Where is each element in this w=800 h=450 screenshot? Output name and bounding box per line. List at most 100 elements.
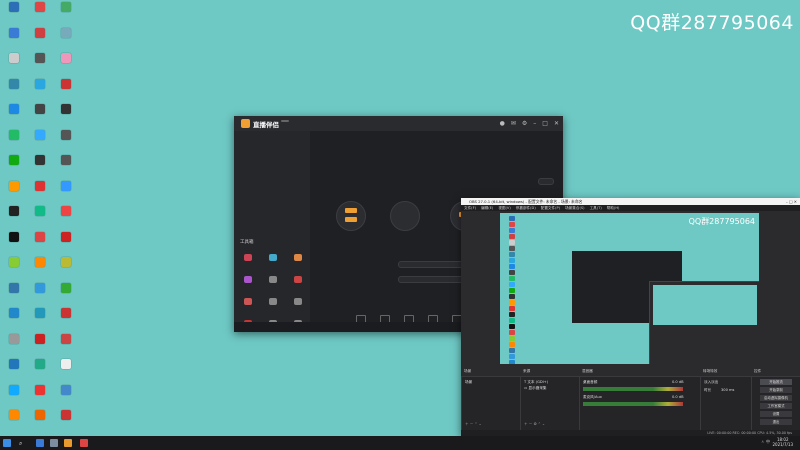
server-field[interactable]	[398, 261, 470, 268]
taskbar-app-2[interactable]	[50, 439, 58, 447]
desktop-shortcut[interactable]	[53, 359, 79, 383]
desktop-shortcut[interactable]	[1, 359, 27, 383]
desktop-shortcut[interactable]	[53, 2, 79, 26]
desktop-shortcut[interactable]	[53, 231, 79, 256]
tool-item[interactable]	[264, 254, 282, 270]
desktop-shortcut[interactable]	[27, 53, 53, 77]
desktop-shortcut[interactable]	[27, 78, 53, 103]
desktop-shortcut[interactable]	[53, 53, 79, 77]
menu-file[interactable]: 文件(F)	[464, 205, 476, 211]
desktop-shortcut[interactable]	[1, 257, 27, 281]
duration-input[interactable]: 300 ms	[721, 388, 734, 392]
exit-button[interactable]: 退出	[760, 419, 792, 425]
mail-icon[interactable]: ✉	[511, 120, 516, 127]
desktop-shortcut[interactable]	[53, 282, 79, 307]
start-streaming-button[interactable]: 开始推流	[760, 379, 792, 385]
desktop-shortcut[interactable]	[27, 206, 53, 230]
avatar[interactable]: ●	[500, 120, 505, 127]
desktop-shortcut[interactable]	[27, 27, 53, 52]
stream-key-field[interactable]	[398, 276, 470, 283]
desktop-shortcut[interactable]	[1, 104, 27, 128]
desktop-shortcut[interactable]	[27, 155, 53, 179]
desktop-shortcut[interactable]	[27, 359, 53, 383]
settings-button[interactable]: 设置	[760, 411, 792, 417]
desktop-shortcut[interactable]	[1, 231, 27, 256]
desktop-shortcut[interactable]	[1, 53, 27, 77]
tool-item[interactable]	[239, 298, 257, 314]
desktop-shortcut[interactable]	[1, 2, 27, 26]
desktop-shortcut[interactable]	[27, 231, 53, 256]
desktop-shortcut[interactable]	[53, 410, 79, 434]
desktop-shortcut[interactable]	[1, 27, 27, 52]
tool-item[interactable]	[264, 298, 282, 314]
desktop-shortcut[interactable]	[1, 384, 27, 409]
desktop-shortcut[interactable]	[1, 129, 27, 154]
taskbar-app-4[interactable]	[80, 439, 88, 447]
menu-help[interactable]: 帮助(H)	[607, 205, 620, 211]
obs-window-controls[interactable]: – □ ✕	[786, 198, 797, 205]
taskbar-app-1[interactable]	[36, 439, 44, 447]
tool-item[interactable]	[289, 276, 307, 292]
desktop-shortcut[interactable]	[27, 333, 53, 358]
menu-view[interactable]: 视图(V)	[498, 205, 510, 211]
desktop-shortcut[interactable]	[27, 104, 53, 128]
tool-item[interactable]	[239, 276, 257, 292]
transition-select[interactable]: 淡入淡出	[704, 380, 718, 385]
desktop-shortcut[interactable]	[53, 333, 79, 358]
tool-item[interactable]	[289, 254, 307, 270]
clock[interactable]: 18:02 2021/7/13	[772, 437, 793, 447]
desktop-shortcut[interactable]	[53, 78, 79, 103]
source-item[interactable]: T 文本 (GDI+)	[524, 380, 548, 385]
source-toolbar[interactable]: ＋ － ⚙ ⌃ ⌄	[524, 422, 545, 427]
desktop-shortcut[interactable]	[53, 308, 79, 332]
desktop-shortcut[interactable]	[53, 180, 79, 205]
desktop-shortcut[interactable]	[53, 257, 79, 281]
desktop-shortcut[interactable]	[1, 206, 27, 230]
start-recording-button[interactable]: 开始录制	[760, 387, 792, 393]
desktop-shortcut[interactable]	[27, 384, 53, 409]
desktop-shortcut[interactable]	[1, 180, 27, 205]
desktop-shortcut[interactable]	[1, 78, 27, 103]
desktop-shortcut[interactable]	[27, 308, 53, 332]
desktop-shortcut[interactable]	[53, 104, 79, 128]
source-option-2[interactable]	[390, 201, 420, 231]
desktop-shortcut[interactable]	[53, 384, 79, 409]
mode-button[interactable]	[538, 178, 554, 185]
scene-item[interactable]: 场景	[465, 380, 472, 385]
desktop-shortcut[interactable]	[27, 129, 53, 154]
obs-title-bar[interactable]: OBS 27.0.1 (64-bit, windows) - 配置文件: 未命名…	[461, 198, 800, 205]
menu-scene-collection[interactable]: 场景集合(S)	[565, 205, 584, 211]
menu-edit[interactable]: 编辑(E)	[481, 205, 493, 211]
source-item[interactable]: ▭ 显示器采集	[524, 386, 547, 391]
desktop-shortcut[interactable]	[27, 2, 53, 26]
maximize-icon[interactable]: □	[542, 120, 548, 127]
scene-toolbar[interactable]: ＋ － ⌃ ⌄	[465, 422, 482, 427]
desktop-shortcut[interactable]	[1, 155, 27, 179]
tool-item[interactable]	[289, 298, 307, 314]
title-bar[interactable]: 直播伴侣 ● ✉ ⚙ – □ ✕	[234, 116, 563, 131]
start-icon[interactable]	[3, 439, 11, 447]
desktop-shortcut[interactable]	[1, 308, 27, 332]
desktop-shortcut[interactable]	[1, 333, 27, 358]
desktop-shortcut[interactable]	[53, 129, 79, 154]
desktop-shortcut[interactable]	[1, 410, 27, 434]
desktop-shortcut[interactable]	[27, 282, 53, 307]
close-icon[interactable]: ✕	[554, 120, 559, 127]
virtual-camera-button[interactable]: 启动虚拟摄像机	[760, 395, 792, 401]
obs-window[interactable]: OBS 27.0.1 (64-bit, windows) - 配置文件: 未命名…	[461, 198, 800, 436]
tool-item[interactable]	[264, 276, 282, 292]
desktop-shortcut[interactable]	[27, 180, 53, 205]
desktop-shortcut[interactable]	[53, 27, 79, 52]
desktop-shortcut[interactable]	[27, 410, 53, 434]
search-icon[interactable]: ⌕	[19, 440, 22, 448]
desktop-shortcut[interactable]	[1, 282, 27, 307]
settings-icon[interactable]: ⚙	[522, 120, 527, 127]
source-option-1[interactable]	[336, 201, 366, 231]
menu-tools[interactable]: 工具(T)	[590, 205, 602, 211]
desktop-shortcut[interactable]	[53, 155, 79, 179]
desktop-shortcut[interactable]	[27, 257, 53, 281]
menu-docks[interactable]: 停靠部件(D)	[516, 205, 536, 211]
minimize-icon[interactable]: –	[533, 120, 536, 127]
desktop-shortcut[interactable]	[53, 206, 79, 230]
taskbar-app-3[interactable]	[64, 439, 72, 447]
